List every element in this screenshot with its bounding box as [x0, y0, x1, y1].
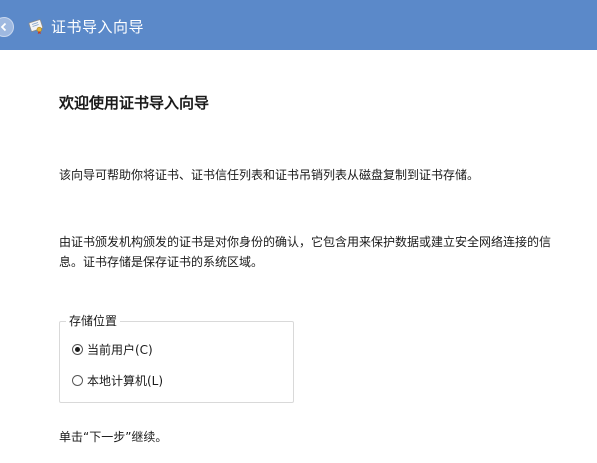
wizard-content: 欢迎使用证书导入向导 该向导可帮助你将证书、证书信任列表和证书吊销列表从磁盘复制…: [0, 50, 597, 463]
radio-local-machine-label: 本地计算机(L): [87, 374, 164, 388]
back-arrow-icon: [0, 22, 7, 32]
radio-current-user[interactable]: 当前用户(C): [72, 341, 153, 358]
title-bar: 证书导入向导: [0, 0, 597, 50]
radio-local-machine[interactable]: 本地计算机(L): [72, 372, 163, 389]
radio-current-user-label: 当前用户(C): [87, 343, 153, 357]
back-button[interactable]: [0, 17, 14, 37]
description-paragraph: 由证书颁发机构颁发的证书是对你身份的确认，它包含用来保护数据或建立安全网络连接的…: [59, 235, 552, 269]
page-title: 欢迎使用证书导入向导: [59, 94, 210, 112]
intro-paragraph: 该向导可帮助你将证书、证书信任列表和证书吊销列表从磁盘复制到证书存储。: [59, 168, 480, 182]
store-location-label: 存储位置: [66, 313, 121, 329]
radio-button-checked[interactable]: [72, 344, 83, 355]
continue-hint: 单击“下一步”继续。: [59, 430, 168, 444]
certificate-icon: [28, 19, 44, 34]
radio-button-unchecked[interactable]: [72, 375, 83, 386]
store-location-group: 存储位置 当前用户(C) 本地计算机(L): [59, 313, 294, 403]
certificate-import-wizard: 证书导入向导 欢迎使用证书导入向导 该向导可帮助你将证书、证书信任列表和证书吊销…: [0, 0, 597, 463]
window-title: 证书导入向导: [51, 18, 145, 36]
